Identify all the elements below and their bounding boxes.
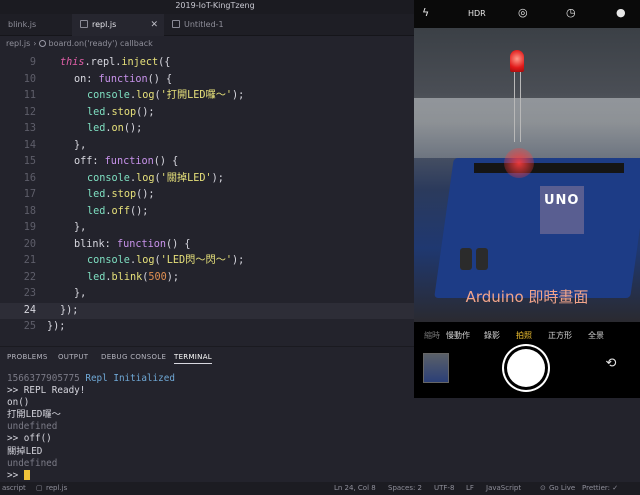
camera-viewfinder: UNO Arduino 即時畫面 (414, 28, 640, 322)
mode-timelapse[interactable]: 縮時 (424, 330, 440, 341)
status-left: ascript (2, 484, 26, 492)
terminal-line: on() (7, 397, 30, 409)
file-icon (172, 20, 180, 28)
last-photo-thumbnail[interactable] (423, 353, 449, 383)
tab-repl-js[interactable]: repl.js ✕ (72, 14, 164, 36)
tab-untitled-1[interactable]: Untitled-1 (164, 14, 250, 36)
terminal-prompt-line: >> (7, 469, 411, 482)
status-bar: ascript ▢ repl.js Ln 24, Col 8 Spaces: 2… (0, 482, 640, 495)
board-label: UNO (544, 193, 580, 208)
terminal-line: undefined (7, 457, 58, 469)
go-live-button[interactable]: Go Live (549, 482, 575, 495)
live-caption: Arduino 即時畫面 (465, 288, 589, 306)
close-tab-icon[interactable]: ✕ (150, 14, 158, 36)
terminal-line: 關掉LED (7, 445, 43, 457)
tab-label: repl.js (92, 20, 117, 29)
code-text: console.log('LED閃～閃～'); (87, 255, 245, 266)
camera-mode-selector: 縮時 慢動作 錄影 拍照 正方形 全景 (414, 324, 640, 346)
desk-surface (414, 98, 640, 158)
panel-tabs: PROBLEMS OUTPUT DEBUG CONSOLE TERMINAL (0, 349, 414, 365)
prettier-status[interactable]: Prettier: ✓ (582, 482, 618, 495)
pin-header (474, 163, 624, 173)
bottom-panel: PROBLEMS OUTPUT DEBUG CONSOLE TERMINAL 1… (0, 346, 414, 482)
encoding[interactable]: UTF-8 (434, 482, 454, 495)
code-text: console.log('打開LED囉～'); (87, 90, 245, 101)
tab-label: Untitled-1 (184, 20, 224, 29)
mode-slowmo[interactable]: 慢動作 (446, 330, 470, 341)
led-leg (514, 72, 515, 142)
code-text: led.stop(); (87, 106, 155, 118)
tab-terminal[interactable]: TERMINAL (174, 353, 212, 364)
window-title: 2019-IoT-KingTzeng (175, 1, 255, 10)
hdr-icon[interactable]: HDR (468, 9, 486, 18)
tab-output[interactable]: OUTPUT (58, 353, 88, 361)
timer-icon[interactable]: ◷ (566, 6, 576, 19)
code-text: console.log('關掉LED'); (87, 172, 224, 184)
indentation[interactable]: Spaces: 2 (388, 482, 422, 495)
terminal-line: >> REPL Ready! (7, 385, 86, 397)
symbol-icon (39, 40, 47, 47)
code-text: blink: function() { (74, 238, 191, 250)
terminal-line: 打開LED囉～ (7, 409, 61, 421)
flash-off-icon[interactable]: ϟ (422, 6, 429, 19)
camera-controls: ⟲ (414, 346, 640, 398)
code-text: on: function() { (74, 73, 173, 85)
terminal-output[interactable]: 1566377905775 Repl Initialized >> REPL R… (7, 373, 411, 482)
tab-debug-console[interactable]: DEBUG CONSOLE (101, 353, 166, 361)
code-text: off: function() { (74, 156, 179, 167)
red-led (510, 50, 524, 72)
code-text: led.stop(); (87, 189, 155, 200)
mode-photo[interactable]: 拍照 (516, 330, 532, 341)
capacitor (476, 248, 488, 270)
tab-problems[interactable]: PROBLEMS (7, 353, 48, 361)
tab-label: blink.js (8, 20, 37, 29)
code-text: led.on(); (87, 123, 143, 134)
code-text: led.off(); (87, 205, 149, 217)
go-live-icon: ⊙ (540, 484, 546, 492)
line-ending[interactable]: LF (466, 482, 474, 495)
phone-camera-view: ϟ HDR ◎ ◷ ● UNO Arduino 即時畫面 縮時 慢動作 錄影 拍… (414, 0, 640, 398)
cursor-position[interactable]: Ln 24, Col 8 (334, 482, 376, 495)
code-text: led.blink(500); (87, 271, 180, 283)
terminal-cursor (23, 469, 30, 480)
breadcrumb-separator: › (33, 39, 37, 48)
code-text: this.repl.inject({ (60, 57, 171, 68)
shutter-button[interactable] (507, 349, 545, 387)
tab-blink-js[interactable]: blink.js (0, 14, 72, 36)
arduino-board (434, 158, 640, 298)
code-text: }); (60, 304, 79, 316)
code-text: }, (74, 288, 87, 299)
camera-top-bar: ϟ HDR ◎ ◷ ● (414, 0, 640, 28)
terminal-line: undefined (7, 421, 58, 433)
terminal-line: >> off() (7, 433, 52, 445)
terminal-line: 1566377905775 Repl Initialized (7, 373, 175, 384)
file-icon: ▢ (36, 484, 43, 492)
code-text: }, (74, 222, 87, 233)
live-photo-icon[interactable]: ◎ (518, 6, 528, 19)
mode-video[interactable]: 錄影 (484, 330, 500, 341)
js-file-icon (80, 20, 88, 28)
code-text: }); (47, 321, 66, 332)
breadcrumb-symbol[interactable]: board.on('ready') callback (48, 39, 152, 48)
filter-icon[interactable]: ● (616, 6, 626, 19)
capacitor (460, 248, 472, 270)
mode-pano[interactable]: 全景 (588, 330, 604, 341)
led-glow (504, 148, 534, 178)
breadcrumb-file[interactable]: repl.js (6, 39, 30, 48)
mode-square[interactable]: 正方形 (548, 330, 572, 341)
language-mode[interactable]: JavaScript (486, 482, 521, 495)
led-leg (520, 72, 521, 142)
flip-camera-icon[interactable]: ⟲ (600, 356, 622, 374)
code-text: }, (74, 139, 87, 151)
status-file[interactable]: repl.js (46, 482, 67, 495)
